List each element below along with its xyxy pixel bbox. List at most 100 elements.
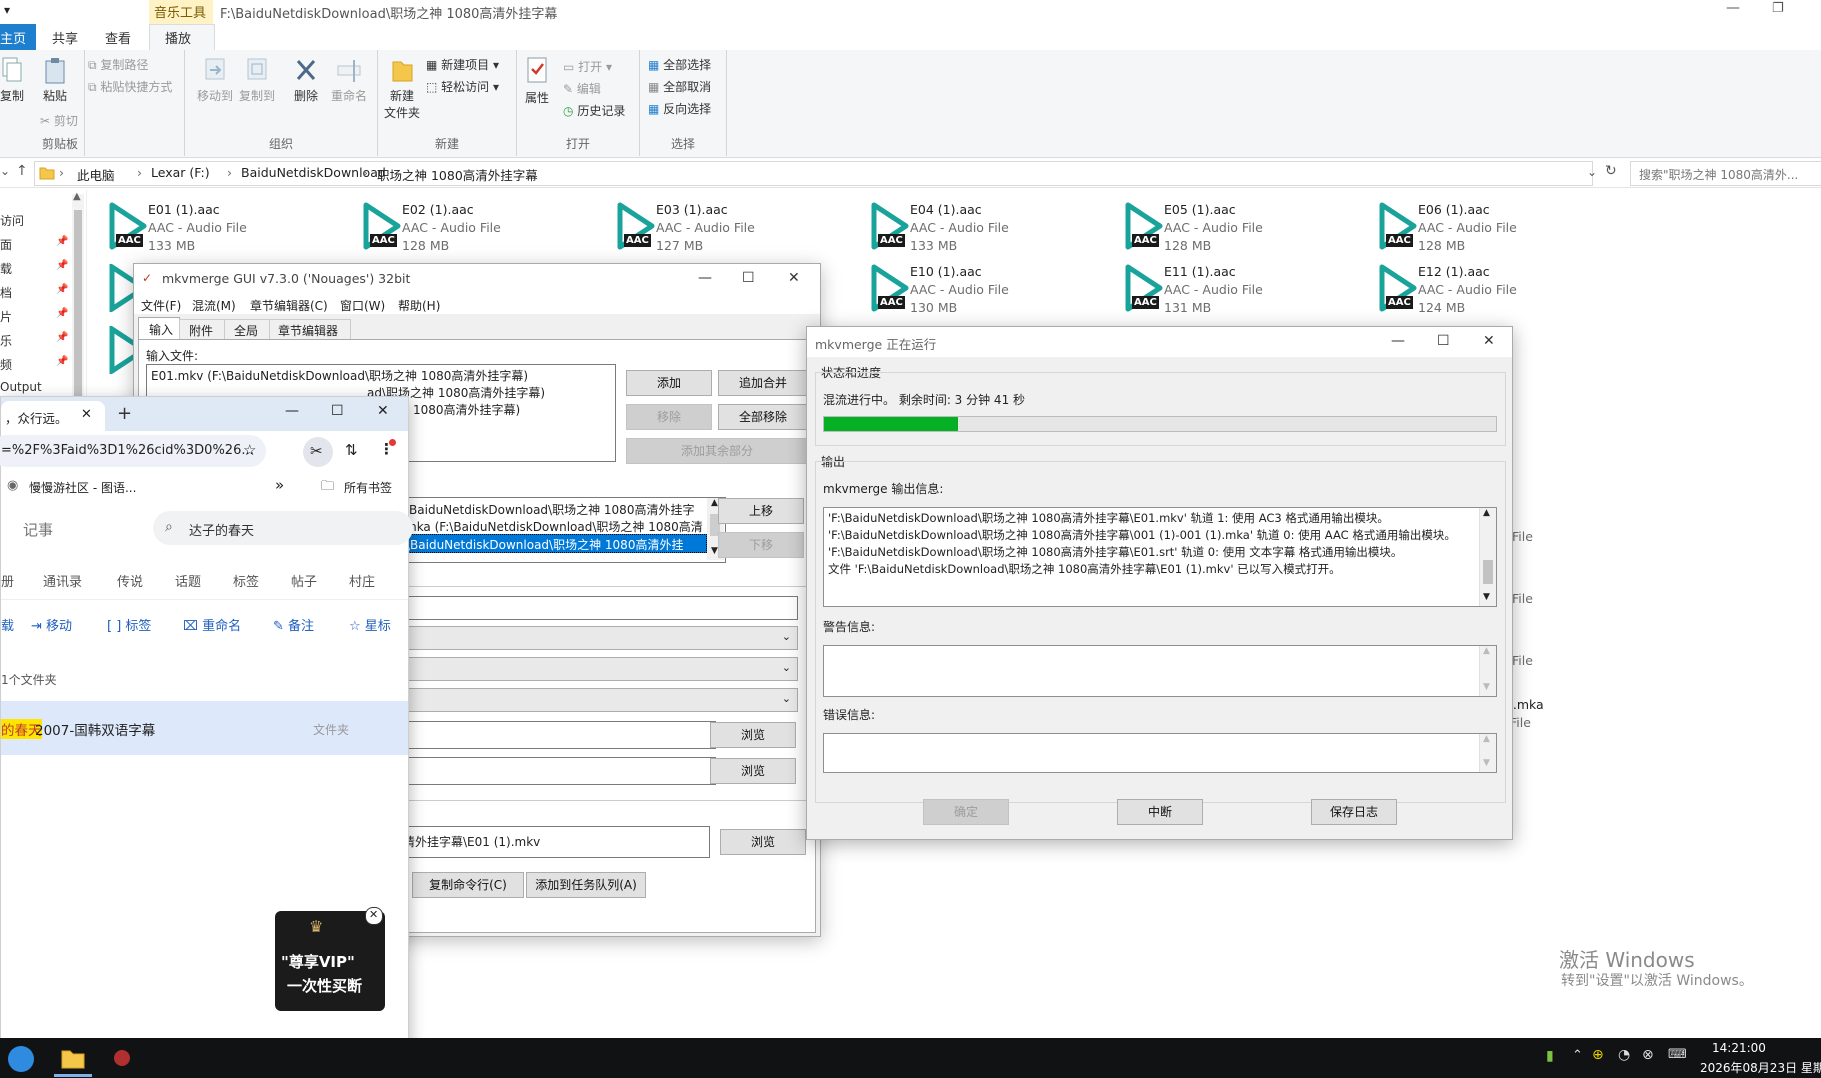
scroll-down-icon[interactable]: ▼	[1483, 592, 1490, 602]
output-log-scrollbar[interactable]: ▲ ▼	[1479, 508, 1496, 606]
mkvtoolnix-taskbar-icon[interactable]	[114, 1050, 130, 1066]
back-icon[interactable]: ⌄	[0, 164, 10, 178]
bookmark-item[interactable]: 慢慢游社区 - 图语...	[29, 479, 136, 496]
history-button[interactable]: ◷ 历史记录	[563, 102, 625, 119]
move-to-button[interactable]: 移动到	[195, 56, 235, 104]
wifi-icon[interactable]: ◔	[1618, 1047, 1630, 1063]
abort-button[interactable]: 中断	[1117, 799, 1203, 825]
input-file-item[interactable]: 1080高清外挂字幕)	[413, 401, 520, 418]
nav-villages[interactable]: 村庄	[349, 571, 375, 590]
edit-button[interactable]: ✎ 编辑	[563, 80, 601, 97]
save-log-button[interactable]: 保存日志	[1311, 799, 1397, 825]
browse-tags-button[interactable]: 浏览	[710, 722, 796, 748]
tab-input[interactable]: 输入	[138, 317, 180, 340]
browse-output-button[interactable]: 浏览	[720, 829, 806, 855]
address-field[interactable]: › 此电脑 › Lexar (F:) › BaiduNetdiskDownloa…	[34, 161, 1597, 186]
new-tab-icon[interactable]: +	[117, 403, 132, 424]
menu-help[interactable]: 帮助(H)	[398, 297, 440, 314]
restore-icon[interactable]: ❐	[1772, 1, 1784, 16]
properties-button[interactable]: 属性	[521, 56, 553, 106]
warning-scrollbar[interactable]: ▲ ▼	[1479, 646, 1496, 696]
folder-row[interactable]: 的春天 2007-国韩双语字幕 文件夹	[1, 701, 408, 755]
menu-file[interactable]: 文件(F)	[141, 297, 181, 314]
rename-button[interactable]: 重命名	[329, 56, 369, 104]
new-folder-button[interactable]: 新建 文件夹	[382, 56, 422, 121]
nav-posts[interactable]: 帖子	[291, 571, 317, 590]
tab-home[interactable]: 主页	[0, 24, 36, 50]
action-rename[interactable]: ⌧ 重命名	[183, 615, 241, 634]
music-tools-context-tab[interactable]: 音乐工具	[149, 0, 213, 26]
nav-item-desktop[interactable]: 面	[0, 236, 12, 253]
file-tile[interactable]: AAC E12 (1).aac AAC - Audio File 124 MB	[1366, 262, 1586, 318]
nav-tags[interactable]: 标签	[233, 571, 259, 590]
action-move[interactable]: ⇥ 移动	[31, 615, 72, 634]
nav-item-downloads[interactable]: 载	[0, 260, 12, 277]
action-tag[interactable]: [ ] 标签	[107, 615, 151, 634]
close-icon[interactable]: ✕	[1483, 333, 1495, 349]
move-down-button[interactable]: 下移	[718, 532, 804, 558]
file-tile[interactable]: AAC E01 (1).aac AAC - Audio File 133 MB	[96, 200, 316, 256]
copy-to-button[interactable]: 复制到	[237, 56, 277, 104]
input-file-item[interactable]: E01.mkv (F:\BaiduNetdiskDownload\职场之神 10…	[151, 367, 528, 384]
nav-item-documents[interactable]: 档	[0, 284, 12, 301]
breadcrumb-this-pc[interactable]: 此电脑	[77, 165, 115, 184]
breadcrumb-drive[interactable]: Lexar (F:)	[151, 165, 210, 180]
close-tab-icon[interactable]: ✕	[81, 407, 92, 422]
menu-chapter-editor[interactable]: 章节编辑器(C)	[250, 297, 328, 314]
url-bar[interactable]: =%2F%3Faid%3D1%26cid%3D0%26... ☆	[0, 435, 266, 467]
scroll-down-icon[interactable]: ▼	[1483, 758, 1490, 768]
refresh-icon[interactable]: ↻	[1605, 163, 1617, 179]
close-icon[interactable]: ✕	[377, 403, 389, 419]
remove-button[interactable]: 移除	[626, 404, 712, 430]
paste-button[interactable]: 粘贴	[40, 56, 70, 104]
search-box[interactable]: 搜索"职场之神 1080高清外...	[1630, 161, 1821, 186]
maximize-icon[interactable]: ☐	[742, 270, 755, 286]
add-other-parts-button[interactable]: 添加其余部分	[626, 438, 808, 464]
extension-button[interactable]: ✂	[303, 437, 333, 467]
tab-view[interactable]: 查看	[105, 28, 131, 47]
append-button[interactable]: 追加合并	[718, 370, 808, 396]
muted-icon[interactable]: ⊗	[1642, 1047, 1654, 1063]
menu-mux[interactable]: 混流(M)	[192, 297, 236, 314]
browser-taskbar-icon[interactable]	[8, 1046, 34, 1072]
scroll-up-icon[interactable]: ▲	[73, 191, 81, 202]
delete-button[interactable]: 删除	[289, 56, 323, 104]
browse-timecodes-button[interactable]: 浏览	[710, 758, 796, 784]
copy-button[interactable]: 复制	[0, 56, 24, 104]
add-button[interactable]: 添加	[626, 370, 712, 396]
nav-topics[interactable]: 话题	[175, 571, 201, 590]
warning-log[interactable]: ▲ ▼	[823, 645, 1497, 697]
track-item-selected[interactable]: \BaiduNetdiskDownload\职场之神 1080高清外挂	[405, 534, 707, 553]
address-dropdown-icon[interactable]: ⌄	[1587, 165, 1597, 179]
nav-contacts[interactable]: 通讯录	[43, 571, 82, 590]
menu-window[interactable]: 窗口(W)	[340, 297, 385, 314]
output-log[interactable]: 'F:\BaiduNetdiskDownload\职场之神 1080高清外挂字幕…	[823, 507, 1497, 607]
minimize-icon[interactable]: —	[698, 270, 712, 286]
all-bookmarks[interactable]: 所有书签	[344, 479, 392, 496]
select-none-button[interactable]: ▦ 全部取消	[648, 78, 711, 95]
open-button[interactable]: ▭ 打开 ▾	[563, 58, 612, 75]
file-tile[interactable]: AAC E10 (1).aac AAC - Audio File 130 MB	[858, 262, 1078, 318]
error-log[interactable]: ▲ ▼	[823, 733, 1497, 773]
sort-icon[interactable]: ⇅	[345, 441, 358, 459]
track-item[interactable]: \BaiduNetdiskDownload\职场之神 1080高清外挂字	[405, 501, 694, 518]
file-tile[interactable]: AAC E06 (1).aac AAC - Audio File 128 MB	[1366, 200, 1586, 256]
file-tile[interactable]: AAC E04 (1).aac AAC - Audio File 133 MB	[858, 200, 1078, 256]
nav-item-music[interactable]: 乐	[0, 332, 12, 349]
invert-selection-button[interactable]: ▦ 反向选择	[648, 100, 711, 117]
copy-path-button[interactable]: ⧉ 复制路径	[88, 56, 148, 73]
tab-attachments[interactable]: 附件	[179, 319, 225, 340]
nav-item-quick-access[interactable]: 访问	[0, 212, 24, 229]
clock-time[interactable]: 14:21:00	[1712, 1041, 1766, 1055]
tab-play[interactable]: 播放	[149, 24, 215, 51]
action-download[interactable]: 载	[1, 615, 14, 634]
error-scrollbar[interactable]: ▲ ▼	[1479, 734, 1496, 772]
log-scroll-thumb[interactable]	[1483, 560, 1493, 584]
file-tile[interactable]: AAC E11 (1).aac AAC - Audio File 131 MB	[1112, 262, 1332, 318]
minimize-icon[interactable]: —	[285, 403, 299, 419]
easy-access-button[interactable]: ⬚ 轻松访问 ▾	[426, 78, 499, 95]
star-icon[interactable]: ☆	[243, 441, 256, 459]
nav-album[interactable]: 册	[1, 571, 14, 590]
scroll-down-icon[interactable]: ▼	[1483, 682, 1490, 692]
content-search[interactable]: ⌕ 达子的春天	[153, 511, 413, 545]
